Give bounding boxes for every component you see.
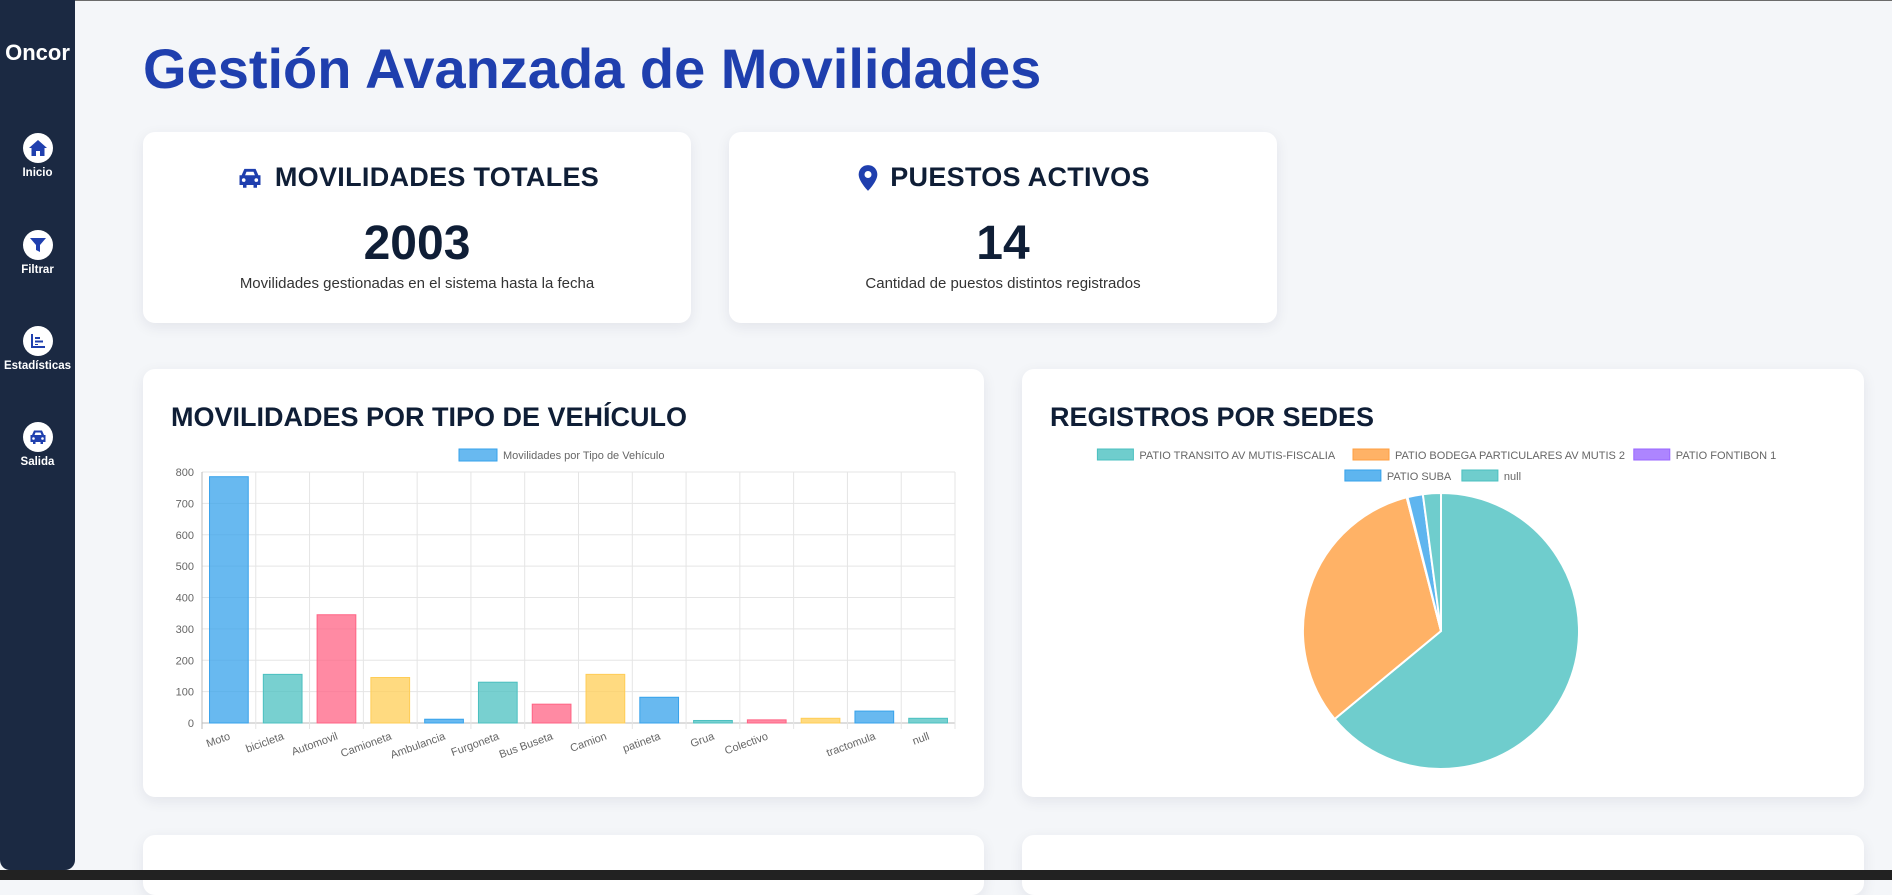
brand-logo: Oncor	[5, 40, 70, 65]
stat-title: PUESTOS ACTIVOS	[890, 162, 1150, 192]
home-icon	[22, 133, 53, 163]
x-tick-label: Moto	[205, 731, 232, 751]
y-tick-label: 100	[176, 687, 194, 699]
bar-chart: Movilidades por Tipo de Vehículo 0 100 200 3…	[176, 448, 956, 761]
x-tick-label: Bus Buseta	[498, 730, 556, 761]
chart-card-tipo-vehiculo: MOVILIDADES POR TIPO DE VEHÍCULO Movilid…	[143, 369, 984, 797]
car-icon	[239, 168, 261, 188]
sidebar-item-label: Salida	[20, 456, 55, 468]
bar	[908, 717, 948, 724]
stat-card-puestos-activos: PUESTOS ACTIVOS 14 Cantidad de puestos d…	[729, 132, 1277, 323]
taskbar	[0, 870, 1892, 880]
y-tick-label: 700	[176, 498, 194, 510]
window-top-border	[0, 0, 1892, 1]
stat-description: Movilidades gestionadas en el sistema ha…	[239, 275, 595, 292]
legend-label: PATIO FONTIBON 1	[1676, 450, 1776, 462]
sidebar-item-label: Inicio	[22, 167, 53, 179]
x-tick-label: bicicleta	[244, 730, 286, 755]
stat-title: MOVILIDADES TOTALES	[274, 162, 600, 192]
x-tick-label: Camioneta	[339, 730, 394, 760]
legend-swatch	[1344, 469, 1382, 482]
y-tick-label: 300	[176, 624, 194, 636]
x-tick-label: Colectivo	[723, 731, 770, 758]
bar	[424, 718, 464, 724]
x-tick-label: Furgoneta	[450, 730, 502, 759]
bar	[316, 614, 357, 724]
bar	[585, 673, 626, 724]
bar	[531, 703, 572, 724]
pie-chart: PATIO TRANSITO AV MUTIS-FISCALIA PATIO BO…	[1096, 448, 1776, 770]
sidebar-item-salida[interactable]: Salida	[0, 422, 75, 468]
x-tick-label: Ambulancia	[389, 730, 448, 761]
legend-swatch	[1352, 448, 1390, 461]
x-tick-label: Camion	[569, 731, 609, 755]
bar	[477, 681, 518, 724]
legend-swatch	[1633, 448, 1671, 461]
bar	[209, 476, 249, 724]
x-tick-label: patineta	[621, 730, 663, 755]
x-tick-label: tractomula	[825, 730, 878, 759]
bar	[746, 719, 787, 724]
filter-icon	[22, 230, 53, 260]
car-icon	[22, 422, 53, 452]
stat-card-total-movilidades: MOVILIDADES TOTALES 2003 Movilidades ges…	[143, 132, 691, 323]
chart-card-registros-sedes: REGISTROS POR SEDES PATIO TRANSITO AV MU…	[1022, 369, 1864, 797]
bar	[639, 696, 680, 724]
bar	[262, 673, 303, 724]
legend-swatch	[1096, 448, 1134, 461]
x-tick-label: null	[911, 731, 931, 748]
y-tick-label: 800	[176, 467, 194, 479]
sidebar: Oncor Inicio Filtrar Estadísticas Salida	[0, 0, 75, 870]
bar	[854, 710, 895, 724]
x-tick-label: Automovil	[290, 731, 339, 759]
legend-label: PATIO SUBA	[1387, 471, 1452, 483]
legend-label: PATIO BODEGA PARTICULARES AV MUTIS 2	[1395, 450, 1625, 462]
legend-label: PATIO TRANSITO AV MUTIS-FISCALIA	[1139, 450, 1335, 462]
sidebar-item-inicio[interactable]: Inicio	[0, 133, 75, 179]
stat-description: Cantidad de puestos distintos registrado…	[865, 275, 1141, 292]
stats-icon	[22, 326, 53, 356]
legend-swatch	[458, 448, 498, 462]
sidebar-item-label: Estadísticas	[3, 360, 72, 372]
y-tick-label: 500	[176, 561, 194, 573]
chart-card-partial	[143, 835, 984, 895]
x-tick-label: Grua	[689, 730, 717, 750]
y-tick-label: 400	[176, 593, 194, 605]
bar	[800, 717, 841, 724]
bar	[370, 677, 411, 724]
y-tick-label: 200	[176, 655, 194, 667]
chart-card-partial	[1022, 835, 1864, 895]
stat-value: 14	[976, 217, 1030, 270]
sidebar-item-filtrar[interactable]: Filtrar	[0, 230, 75, 276]
legend-swatch	[1461, 469, 1499, 482]
sidebar-item-label: Filtrar	[21, 264, 54, 276]
location-pin-icon	[858, 164, 878, 191]
sidebar-item-estadisticas[interactable]: Estadísticas	[0, 326, 75, 372]
legend-label: null	[1504, 471, 1521, 483]
legend-label: Movilidades por Tipo de Vehículo	[503, 450, 664, 462]
stat-value: 2003	[363, 217, 471, 270]
stat-card-header: PUESTOS ACTIVOS	[729, 162, 1277, 193]
bar	[693, 719, 733, 724]
y-tick-label: 0	[188, 718, 194, 730]
stat-card-header: MOVILIDADES TOTALES	[143, 162, 691, 193]
page-title: Gestión Avanzada de Movilidades	[143, 37, 1042, 100]
y-tick-label: 600	[176, 530, 194, 542]
